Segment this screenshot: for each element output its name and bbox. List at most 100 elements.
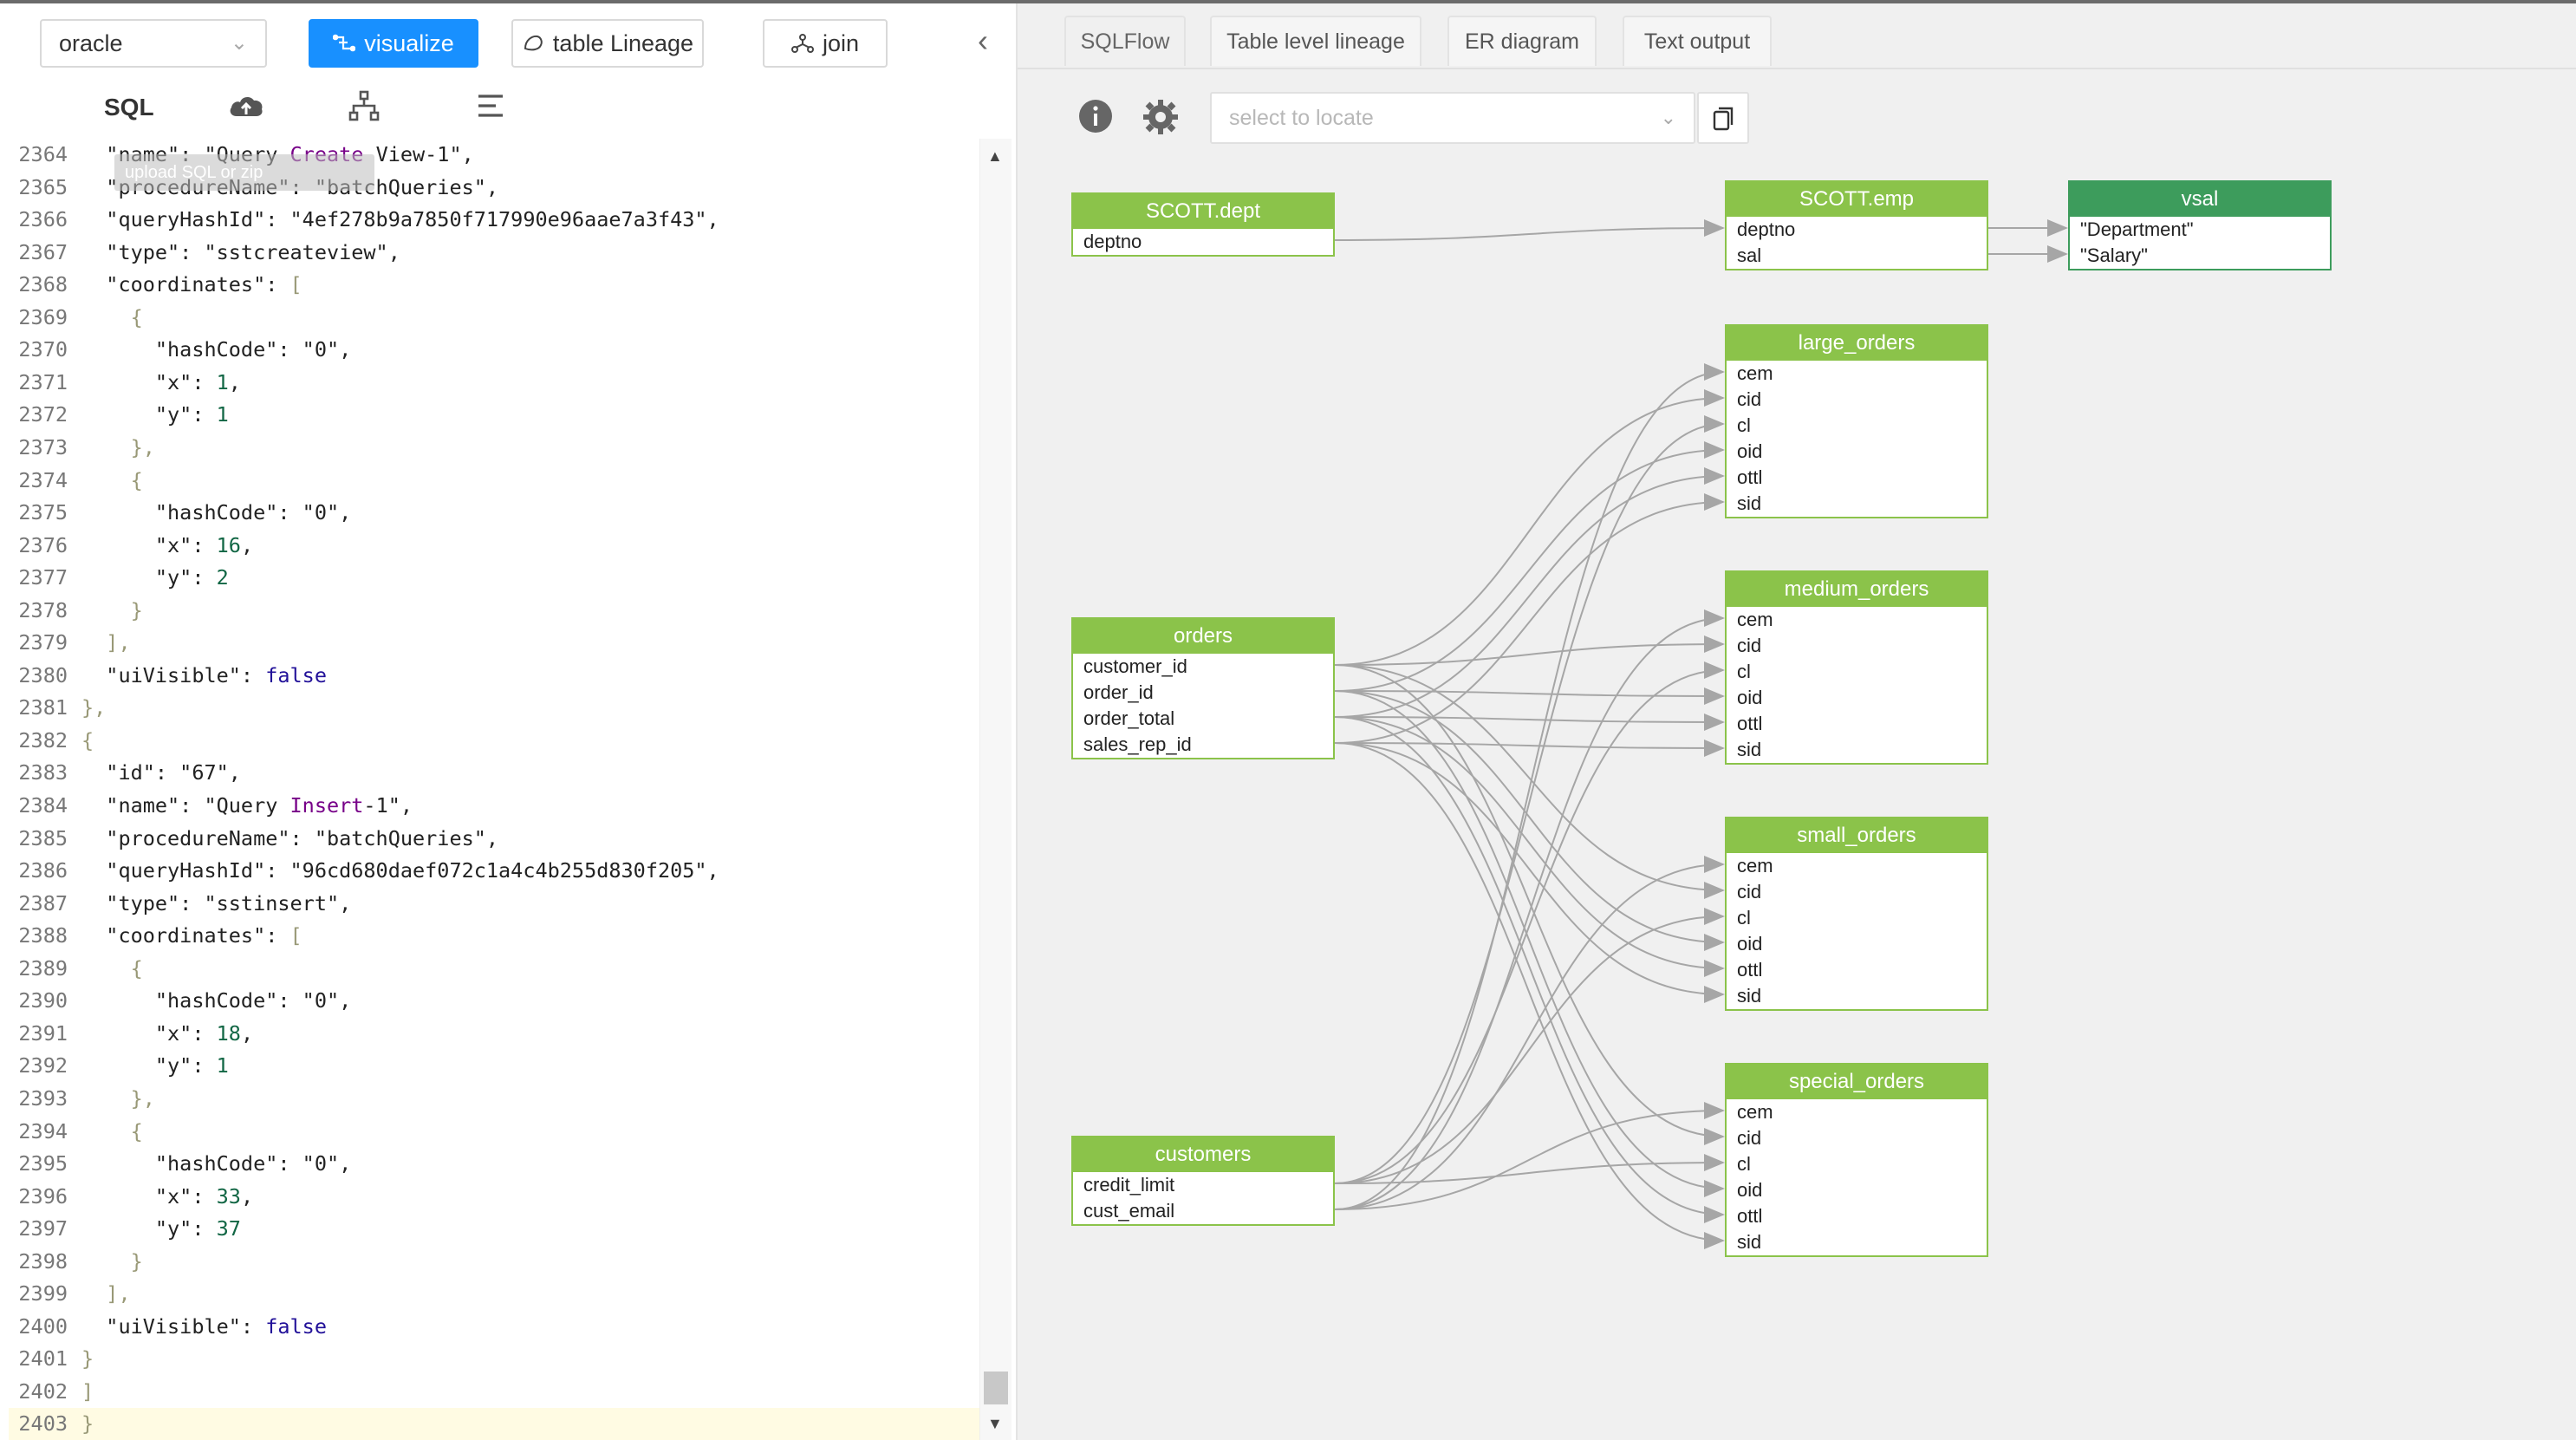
table-column[interactable]: ottl bbox=[1727, 1203, 1987, 1229]
line-text: "hashCode": "0", bbox=[81, 988, 352, 1013]
line-number: 2388 bbox=[18, 923, 68, 948]
code-line: 2374 { bbox=[9, 465, 979, 497]
line-number: 2391 bbox=[18, 1020, 68, 1046]
table-column[interactable]: sid bbox=[1727, 491, 1987, 517]
join-button[interactable]: join bbox=[763, 19, 888, 68]
table-column[interactable]: oid bbox=[1727, 685, 1987, 711]
line-text: { bbox=[81, 1118, 143, 1144]
table-column[interactable]: "Salary" bbox=[2070, 243, 2330, 269]
table-node-dept[interactable]: SCOTT.dept deptno bbox=[1071, 192, 1335, 257]
sql-tab[interactable]: SQL bbox=[104, 94, 154, 121]
line-number: 2382 bbox=[18, 727, 68, 753]
table-column[interactable]: cl bbox=[1727, 413, 1987, 439]
code-line: 2375 "hashCode": "0", bbox=[9, 497, 979, 529]
table-column[interactable]: order_id bbox=[1073, 680, 1333, 706]
lineage-edge bbox=[1334, 716, 1725, 977]
table-column[interactable]: cl bbox=[1727, 905, 1987, 931]
table-column[interactable]: ottl bbox=[1727, 711, 1987, 737]
code-line: 2394 { bbox=[9, 1116, 979, 1148]
database-select[interactable]: oracle ⌄ bbox=[40, 19, 267, 68]
table-column[interactable]: cust_email bbox=[1073, 1198, 1333, 1224]
table-column[interactable]: cid bbox=[1727, 1125, 1987, 1151]
scroll-down-icon[interactable]: ▼ bbox=[987, 1415, 1003, 1433]
editor-iconbar: SQL bbox=[0, 81, 1016, 134]
line-text: { bbox=[81, 467, 143, 492]
line-number: 2365 bbox=[18, 174, 68, 199]
table-column[interactable]: cl bbox=[1727, 1151, 1987, 1177]
table-column[interactable]: cem bbox=[1727, 853, 1987, 879]
code-line: 2384 "name": "Query Insert-1", bbox=[9, 790, 979, 822]
table-column[interactable]: cid bbox=[1727, 633, 1987, 659]
lineage-edge bbox=[1334, 664, 1725, 899]
scrollbar-thumb[interactable] bbox=[984, 1372, 1008, 1404]
collapse-panel-icon[interactable]: ‹ bbox=[978, 23, 988, 59]
lineage-graph[interactable]: SCOTT.dept deptno SCOTT.emp deptno sal vsal "D… bbox=[1018, 3, 2576, 1440]
line-text: } bbox=[81, 1411, 94, 1437]
line-number: 2372 bbox=[18, 402, 68, 427]
code-line: 2391 "x": 18, bbox=[9, 1018, 979, 1050]
line-text: "x": 1, bbox=[81, 369, 241, 394]
cloud-upload-icon[interactable] bbox=[227, 92, 265, 120]
table-column[interactable]: cem bbox=[1727, 361, 1987, 387]
table-column[interactable]: sales_rep_id bbox=[1073, 732, 1333, 758]
hierarchy-icon[interactable] bbox=[348, 90, 380, 121]
table-column[interactable]: cid bbox=[1727, 879, 1987, 905]
table-node-title: small_orders bbox=[1727, 818, 1987, 853]
table-column[interactable]: cem bbox=[1727, 607, 1987, 633]
line-text: ], bbox=[81, 1281, 131, 1306]
code-line: 2395 "hashCode": "0", bbox=[9, 1148, 979, 1180]
line-text: "hashCode": "0", bbox=[81, 500, 352, 525]
scroll-up-icon[interactable]: ▲ bbox=[987, 147, 1003, 166]
table-node-small[interactable]: small_orders cem cid cl oid ottl sid bbox=[1725, 817, 1988, 1011]
table-column[interactable]: order_total bbox=[1073, 706, 1333, 732]
table-column[interactable]: cid bbox=[1727, 387, 1987, 413]
table-column[interactable]: sid bbox=[1727, 737, 1987, 763]
code-line: 2381}, bbox=[9, 692, 979, 724]
table-node-large[interactable]: large_orders cem cid cl oid ottl sid bbox=[1725, 324, 1988, 518]
table-column[interactable]: credit_limit bbox=[1073, 1172, 1333, 1198]
editor-scrollbar[interactable]: ▲ ▼ bbox=[979, 139, 1012, 1440]
sql-editor-panel: oracle ⌄ visualize table Lineage join ‹ … bbox=[0, 3, 1018, 1440]
line-text: }, bbox=[81, 695, 107, 720]
lineage-edge bbox=[1334, 713, 1725, 731]
table-column[interactable]: sal bbox=[1727, 243, 1987, 269]
table-column[interactable]: cl bbox=[1727, 659, 1987, 685]
align-left-icon[interactable] bbox=[477, 94, 504, 118]
table-node-vsal[interactable]: vsal "Department" "Salary" bbox=[2068, 180, 2332, 270]
lineage-edge bbox=[1334, 415, 1725, 1184]
table-node-orders[interactable]: orders customer_id order_id order_total sale… bbox=[1071, 617, 1335, 759]
table-column[interactable]: deptno bbox=[1727, 217, 1987, 243]
table-column[interactable]: ottl bbox=[1727, 465, 1987, 491]
table-node-title: special_orders bbox=[1727, 1065, 1987, 1099]
line-number: 2375 bbox=[18, 500, 68, 525]
table-node-customers[interactable]: customers credit_limit cust_email bbox=[1071, 1136, 1335, 1226]
chevron-down-icon: ⌄ bbox=[230, 31, 248, 55]
code-line: 2371 "x": 1, bbox=[9, 367, 979, 399]
line-text: "type": "sstinsert", bbox=[81, 890, 352, 915]
table-column[interactable]: ottl bbox=[1727, 957, 1987, 983]
line-text: "x": 16, bbox=[81, 532, 254, 557]
table-column[interactable]: customer_id bbox=[1073, 654, 1333, 680]
table-column[interactable]: oid bbox=[1727, 1177, 1987, 1203]
table-lineage-button[interactable]: table Lineage bbox=[511, 19, 704, 68]
table-node-medium[interactable]: medium_orders cem cid cl oid ottl sid bbox=[1725, 570, 1988, 765]
code-line: 2388 "coordinates": [ bbox=[9, 920, 979, 952]
code-line: 2367 "type": "sstcreateview", bbox=[9, 237, 979, 269]
line-text: "name": "Query Insert-1", bbox=[81, 793, 413, 818]
line-text: "procedureName": "batchQueries", bbox=[81, 825, 499, 850]
table-column[interactable]: "Department" bbox=[2070, 217, 2330, 243]
table-column[interactable]: oid bbox=[1727, 931, 1987, 957]
lineage-edge bbox=[1334, 635, 1725, 666]
table-column[interactable]: sid bbox=[1727, 983, 1987, 1009]
code-line: 2397 "y": 37 bbox=[9, 1213, 979, 1245]
table-column[interactable]: cem bbox=[1727, 1099, 1987, 1125]
visualize-button[interactable]: visualize bbox=[309, 19, 478, 68]
code-editor[interactable]: 2364 "name": "Query Create View-1",2365 … bbox=[9, 139, 979, 1440]
line-text: "hashCode": "0", bbox=[81, 1151, 352, 1176]
table-node-emp[interactable]: SCOTT.emp deptno sal bbox=[1725, 180, 1988, 270]
table-column[interactable]: sid bbox=[1727, 1229, 1987, 1255]
table-node-special[interactable]: special_orders cem cid cl oid ottl sid bbox=[1725, 1063, 1988, 1257]
table-column[interactable]: oid bbox=[1727, 439, 1987, 465]
table-column[interactable]: deptno bbox=[1073, 229, 1333, 255]
line-text: "coordinates": [ bbox=[81, 272, 302, 297]
